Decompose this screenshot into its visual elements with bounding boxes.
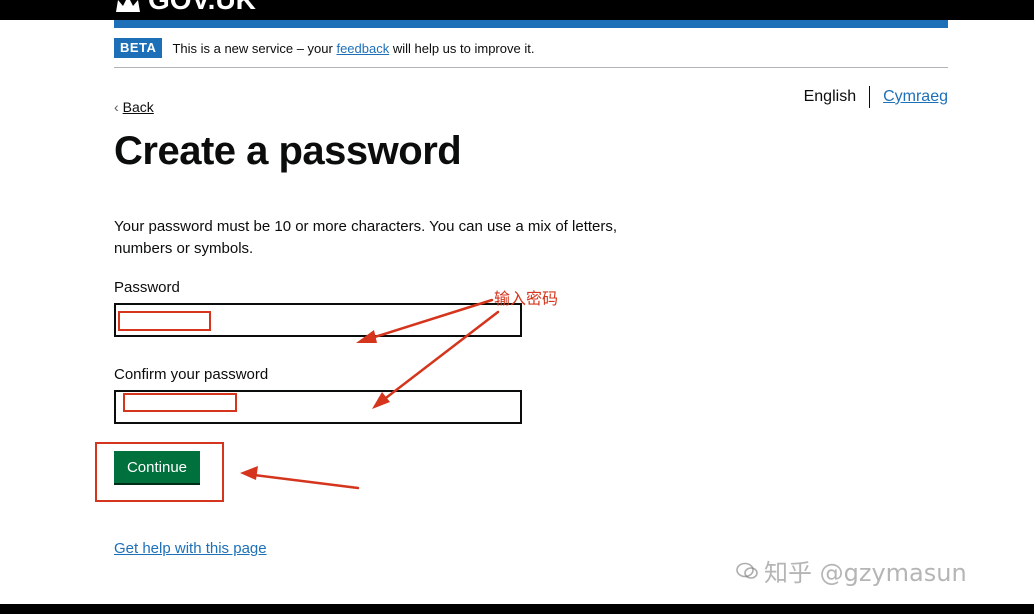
watermark-text: 知乎 @gzymasun bbox=[764, 559, 967, 587]
arrow-to-password bbox=[360, 298, 494, 343]
arrow-to-confirm bbox=[376, 310, 500, 406]
bottom-black-band bbox=[0, 604, 1034, 614]
arrowhead-confirm-icon bbox=[372, 392, 390, 409]
arrowhead-password-icon bbox=[356, 330, 377, 343]
arrow-to-continue bbox=[244, 472, 360, 490]
annotation-arrows bbox=[240, 298, 500, 490]
wechat-icon bbox=[736, 562, 758, 579]
arrowhead-continue-icon bbox=[240, 466, 258, 480]
watermark: 知乎 @gzymasun bbox=[736, 553, 967, 588]
help-link[interactable]: Get help with this page bbox=[114, 540, 267, 557]
